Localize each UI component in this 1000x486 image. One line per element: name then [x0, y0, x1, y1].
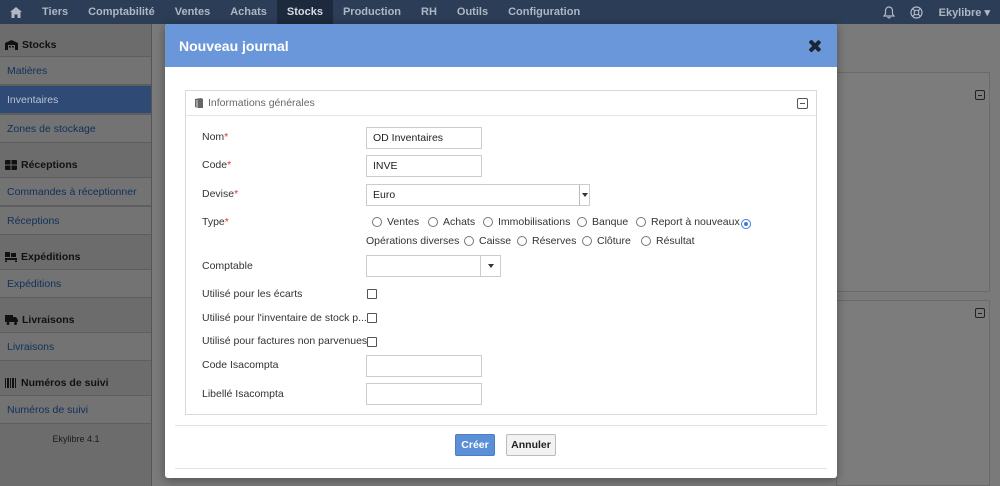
fieldset-title: Informations générales: [208, 97, 315, 109]
book-icon: [195, 98, 203, 108]
user-menu[interactable]: Ekylibre ▾: [931, 6, 1000, 19]
type-radio-caisse[interactable]: Caisse: [464, 235, 511, 247]
devise-select[interactable]: Euro: [366, 184, 590, 206]
nav-outils[interactable]: Outils: [447, 0, 498, 24]
nav-ventes[interactable]: Ventes: [165, 0, 220, 24]
sidebar-item-numeros-de-suivi[interactable]: Numéros de suivi: [0, 395, 151, 424]
ecarts-label: Utilisé pour les écarts: [202, 288, 303, 300]
code-isacompta-input[interactable]: [366, 355, 482, 377]
sidebar-section-title: Expéditions: [21, 251, 81, 263]
ecarts-checkbox[interactable]: [367, 289, 377, 299]
code-label: Code*: [202, 159, 232, 171]
modal-title: Nouveau journal: [179, 37, 289, 54]
factures-label: Utilisé pour factures non parvenues: [202, 335, 368, 347]
type-label: Type*: [202, 216, 229, 228]
nom-label: Nom*: [202, 131, 229, 143]
libelle-isacompta-label: Libellé Isacompta: [202, 388, 284, 400]
devise-label: Devise*: [202, 188, 239, 200]
new-journal-modal: Nouveau journal Informations générales N…: [165, 24, 837, 478]
sidebar-item-expeditions[interactable]: Expéditions: [0, 269, 151, 298]
sidebar-section-stocks: Stocks: [0, 34, 151, 56]
sidebar-item-commandes-a-receptionner[interactable]: Commandes à réceptionner: [0, 177, 151, 206]
devise-value: Euro: [373, 189, 396, 201]
general-info-fieldset: Informations générales Nom* OD Inventair…: [185, 90, 817, 415]
warehouse-icon: [5, 40, 18, 50]
code-isacompta-label: Code Isacompta: [202, 359, 279, 371]
nav-achats[interactable]: Achats: [220, 0, 277, 24]
sidebar-section-title: Réceptions: [21, 159, 78, 171]
modal-header: Nouveau journal: [165, 24, 837, 67]
nav-tiers[interactable]: Tiers: [32, 0, 78, 24]
home-icon[interactable]: [0, 0, 32, 24]
sidebar-item-inventaires[interactable]: Inventaires: [0, 85, 151, 114]
sidebar: Stocks Matières Inventaires Zones de sto…: [0, 24, 152, 486]
comptable-label: Comptable: [202, 260, 253, 272]
type-radio-immobilisations[interactable]: Immobilisations: [483, 216, 570, 228]
pallet-icon: [5, 252, 17, 262]
cancel-button[interactable]: Annuler: [506, 434, 556, 456]
collapse-icon[interactable]: [975, 308, 985, 318]
nom-input[interactable]: OD Inventaires: [366, 127, 482, 149]
type-radio-ventes[interactable]: Ventes: [372, 216, 419, 228]
sidebar-section-receptions: Réceptions: [0, 153, 151, 177]
truck-icon: [5, 315, 18, 325]
sidebar-section-expeditions: Expéditions: [0, 245, 151, 269]
sidebar-item-matieres[interactable]: Matières: [0, 56, 151, 85]
barcode-icon: [5, 378, 16, 388]
code-input[interactable]: INVE: [366, 155, 482, 177]
type-radio-report-a-nouveaux[interactable]: Report à nouveaux: [636, 216, 740, 228]
boxes-icon: [5, 160, 17, 170]
nav-configuration[interactable]: Configuration: [498, 0, 590, 24]
sidebar-item-receptions[interactable]: Réceptions: [0, 206, 151, 235]
nav-rh[interactable]: RH: [411, 0, 447, 24]
close-icon[interactable]: [807, 38, 823, 54]
chevron-down-icon: [579, 185, 589, 205]
chevron-down-icon[interactable]: [480, 256, 500, 276]
divider: [175, 425, 827, 426]
sidebar-section-title: Livraisons: [22, 314, 75, 326]
background-panel: [836, 300, 990, 486]
type-radio-reserves[interactable]: Réserves: [517, 235, 576, 247]
create-button[interactable]: Créer: [455, 434, 495, 456]
factures-checkbox[interactable]: [367, 337, 377, 347]
type-radio-operations-diverses[interactable]: [741, 219, 751, 229]
bell-icon[interactable]: [875, 0, 903, 24]
collapse-icon[interactable]: [797, 98, 808, 109]
type-radio-achats[interactable]: Achats: [428, 216, 475, 228]
sidebar-item-zones-de-stockage[interactable]: Zones de stockage: [0, 114, 151, 143]
background-panel: [836, 72, 990, 292]
type-radio-resultat[interactable]: Résultat: [641, 235, 695, 247]
type-option-operations-diverses-label[interactable]: Opérations diverses: [366, 235, 459, 247]
divider: [175, 468, 827, 469]
libelle-isacompta-input[interactable]: [366, 383, 482, 405]
sidebar-item-livraisons[interactable]: Livraisons: [0, 332, 151, 361]
nav-production[interactable]: Production: [333, 0, 411, 24]
fieldset-header[interactable]: Informations générales: [186, 91, 816, 116]
help-lifebuoy-icon[interactable]: [903, 0, 931, 24]
comptable-combobox[interactable]: [366, 255, 501, 277]
sidebar-section-title: Numéros de suivi: [21, 377, 109, 389]
nav-stocks[interactable]: Stocks: [276, 0, 333, 24]
collapse-icon[interactable]: [975, 90, 985, 100]
inventaire-label: Utilisé pour l'inventaire de stock p...: [202, 312, 367, 324]
top-navbar: Tiers Comptabilité Ventes Achats Stocks …: [0, 0, 1000, 24]
type-radio-cloture[interactable]: Clôture: [582, 235, 631, 247]
type-radio-banque[interactable]: Banque: [577, 216, 628, 228]
nav-comptabilite[interactable]: Comptabilité: [78, 0, 165, 24]
app-version: Ekylibre 4.1: [52, 434, 100, 444]
sidebar-section-title: Stocks: [22, 39, 57, 51]
sidebar-section-livraisons: Livraisons: [0, 308, 151, 332]
inventaire-checkbox[interactable]: [367, 313, 377, 323]
sidebar-section-numeros-de-suivi: Numéros de suivi: [0, 371, 151, 395]
